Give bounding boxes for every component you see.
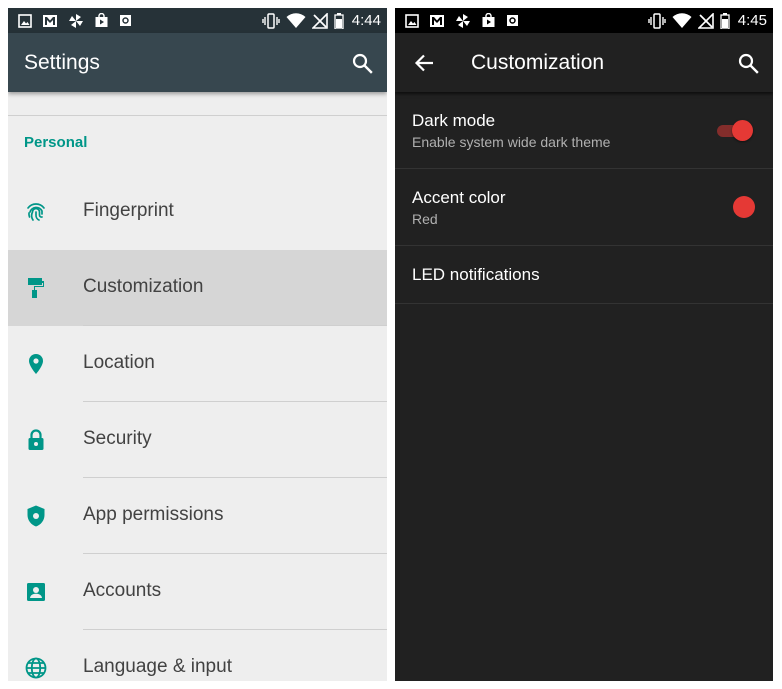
customization-screen: 4:45 Customization Dark mode Enable syst…	[395, 8, 773, 681]
fingerprint-icon	[27, 203, 45, 221]
section-header-personal: Personal	[24, 134, 88, 151]
settings-item-label: Language & input	[83, 656, 232, 677]
settings-item-language-input[interactable]: Language & input	[8, 630, 387, 681]
settings-item-label: Customization	[83, 276, 204, 297]
status-time: 4:44	[351, 12, 381, 29]
search-icon[interactable]	[737, 52, 759, 74]
square-app-icon	[120, 15, 131, 26]
back-arrow-icon[interactable]	[413, 52, 435, 74]
settings-screen: 4:44 Settings Personal Fingerprint Custo…	[8, 8, 387, 681]
image-icon	[405, 13, 419, 28]
status-time: 4:45	[737, 12, 767, 29]
toggle-thumb	[732, 120, 753, 141]
pref-summary: Enable system wide dark theme	[412, 134, 611, 150]
pref-title: LED notifications	[412, 265, 540, 284]
image-icon	[18, 13, 32, 28]
settings-item-location[interactable]: Location	[8, 326, 387, 402]
square-app-icon	[507, 15, 518, 26]
no-signal-icon	[697, 12, 714, 29]
notification-icons	[18, 13, 132, 29]
status-bar: 4:44	[8, 8, 387, 33]
pref-summary: Red	[412, 211, 438, 227]
lock-icon	[28, 429, 44, 450]
settings-item-label: App permissions	[83, 504, 224, 525]
pref-led-notifications[interactable]: LED notifications	[395, 246, 773, 304]
globe-icon	[25, 657, 47, 679]
no-signal-icon	[311, 12, 328, 29]
search-icon[interactable]	[351, 52, 373, 74]
status-bar: 4:45	[395, 8, 773, 33]
settings-item-label: Fingerprint	[83, 200, 174, 221]
vibrate-icon	[262, 12, 280, 29]
shield-icon	[27, 505, 45, 527]
gmail-icon	[43, 14, 57, 27]
battery-icon	[720, 12, 730, 29]
shopping-bag-icon	[482, 13, 495, 27]
dark-mode-toggle[interactable]	[715, 120, 753, 141]
gmail-icon	[430, 14, 444, 27]
battery-icon	[334, 12, 344, 29]
page-title: Settings	[24, 50, 100, 74]
settings-item-label: Security	[83, 428, 152, 449]
divider	[8, 115, 387, 116]
settings-item-label: Location	[83, 352, 155, 373]
account-box-icon	[27, 583, 45, 601]
notification-icons	[405, 13, 519, 29]
settings-item-fingerprint[interactable]: Fingerprint	[8, 174, 387, 250]
location-pin-icon	[29, 354, 43, 374]
status-icons: 4:45	[648, 12, 767, 29]
pref-title: Dark mode	[412, 111, 496, 130]
settings-item-security[interactable]: Security	[8, 402, 387, 478]
vibrate-icon	[648, 12, 666, 29]
pref-title: Accent color	[412, 188, 506, 207]
settings-item-accounts[interactable]: Accounts	[8, 554, 387, 630]
paint-roller-icon	[28, 278, 44, 298]
settings-item-label: Accounts	[83, 580, 162, 601]
status-icons: 4:44	[262, 12, 381, 29]
pinwheel-icon	[456, 13, 470, 28]
page-title: Customization	[471, 50, 605, 74]
pref-dark-mode[interactable]: Dark mode Enable system wide dark theme	[395, 92, 773, 169]
wifi-icon	[286, 12, 306, 28]
accent-color-swatch[interactable]	[733, 196, 755, 218]
app-bar: Customization	[395, 33, 773, 92]
settings-item-app-permissions[interactable]: App permissions	[8, 478, 387, 554]
settings-item-customization[interactable]: Customization	[8, 250, 387, 326]
settings-list: Personal Fingerprint Customization Locat…	[8, 92, 387, 681]
shopping-bag-icon	[95, 13, 108, 27]
pref-accent-color[interactable]: Accent color Red	[395, 169, 773, 246]
app-bar: Settings	[8, 33, 387, 92]
wifi-icon	[672, 12, 692, 28]
pinwheel-icon	[69, 13, 83, 28]
